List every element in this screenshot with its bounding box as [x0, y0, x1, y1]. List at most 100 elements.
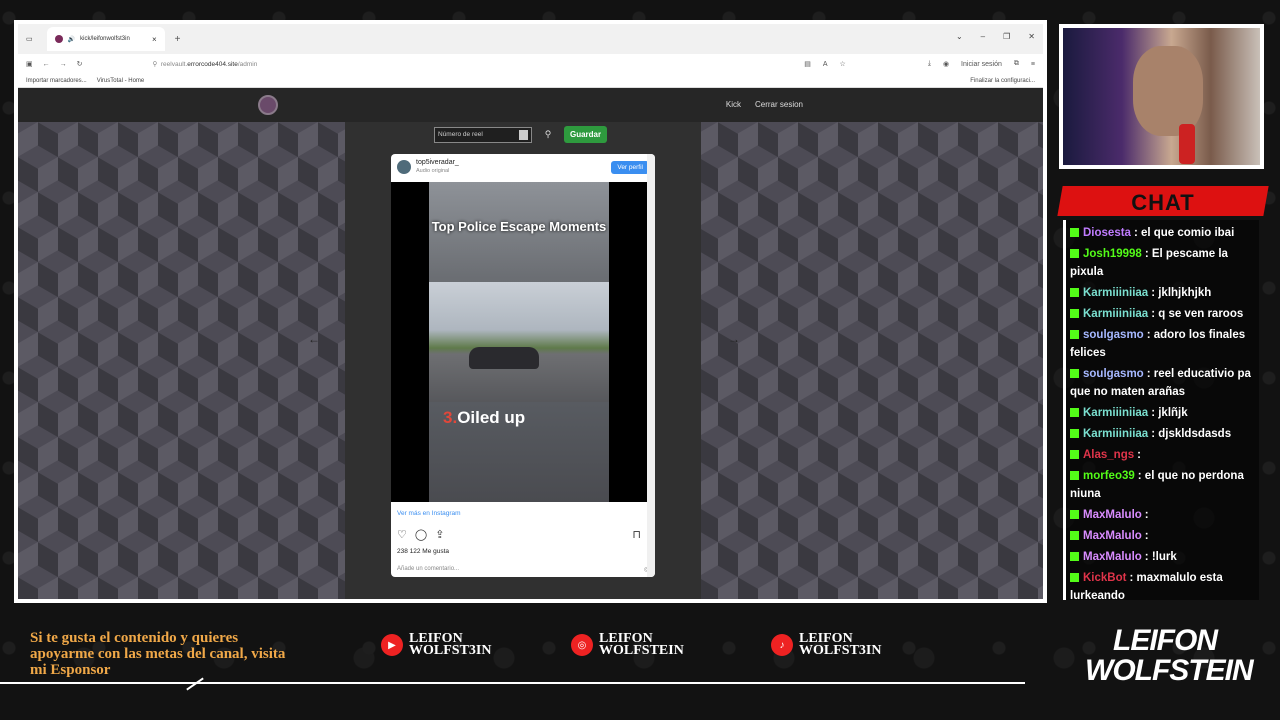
chat-message: KickBot: maxmalulo esta lurkeando — [1070, 569, 1255, 605]
bookmark-virustotal[interactable]: VirusTotal - Home — [97, 78, 145, 84]
comment-icon[interactable]: ◯ — [415, 528, 427, 541]
ig-likes: 238 122 Me gusta — [397, 548, 450, 555]
video-caption-text: Oiled up — [457, 408, 526, 427]
chat-username[interactable]: Diosesta — [1083, 227, 1131, 239]
tab-bar: ▭ 🔊 kick/leifonwolfst3in × + ⌄ – ❐ ✕ — [18, 24, 1043, 54]
sponsor-text: Si te gusta el contenido y quieres apoya… — [30, 630, 286, 678]
save-button[interactable]: Guardar — [564, 126, 608, 143]
chat-message: Josh19998: El pescame la pixula — [1070, 245, 1255, 281]
ig-header: top5iveradar_ Audio original Ver perfil — [391, 154, 655, 180]
chat-username[interactable]: morfeo39 — [1083, 470, 1135, 482]
chat-username[interactable]: MaxMalulo — [1083, 530, 1142, 542]
next-arrow-icon[interactable]: → — [728, 332, 740, 346]
chat-text: : djskldsdasds — [1151, 428, 1232, 440]
youtube-icon: ▶ — [381, 634, 403, 656]
chat-username[interactable]: Karmiiiniiaa — [1083, 308, 1148, 320]
bookmark-icon[interactable]: ⊓ — [632, 528, 641, 541]
chat-username[interactable]: Karmiiiniiaa — [1083, 428, 1148, 440]
chat-username[interactable]: KickBot — [1083, 572, 1126, 584]
chat-message: Alas_ngs: — [1070, 446, 1255, 464]
search-icon[interactable]: ⚲ — [540, 127, 556, 143]
ig-username[interactable]: top5iveradar_ — [416, 159, 459, 166]
comment-field[interactable]: Añade un comentario... ◎ — [397, 566, 649, 573]
chat-message: soulgasmo: adoro los finales felices — [1070, 326, 1255, 362]
menu-icon[interactable]: ≡ — [1031, 61, 1035, 68]
translate-icon[interactable]: A — [823, 61, 828, 68]
ig-user-block: top5iveradar_ Audio original — [416, 159, 459, 175]
site-logo[interactable] — [258, 95, 278, 115]
kick-badge-icon — [1070, 330, 1079, 339]
address-host: errorcode404.site — [187, 61, 238, 68]
forward-icon[interactable]: → — [60, 61, 67, 68]
chat-text: : q se ven raroos — [1151, 308, 1244, 320]
kick-badge-icon — [1070, 369, 1079, 378]
kick-badge-icon — [1070, 510, 1079, 519]
chat-username[interactable]: MaxMalulo — [1083, 551, 1142, 563]
video-scene — [429, 282, 609, 402]
video-frame: Top Police Escape Moments 3.Oiled up — [429, 182, 609, 502]
finish-setup-link[interactable]: Finalizar la configuraci... — [970, 78, 1035, 84]
heart-icon[interactable]: ♡ — [397, 528, 407, 541]
address-prefix: reelvault. — [160, 61, 188, 68]
tab-actions-icon[interactable]: ▭ — [26, 35, 33, 43]
kick-badge-icon — [1070, 249, 1079, 258]
chat-message: MaxMalulo: — [1070, 506, 1255, 524]
youtube-name: LEIFON WOLFST3IN — [409, 631, 492, 658]
tab-search-icon[interactable]: ⌄ — [956, 32, 963, 41]
browser-tab[interactable]: 🔊 kick/leifonwolfst3in × — [46, 27, 165, 51]
share-icon[interactable]: ⇪ — [435, 528, 444, 541]
view-more-link[interactable]: Ver más en Instagram — [397, 510, 461, 517]
tab-close-icon[interactable]: × — [152, 35, 157, 44]
nav-link-logout[interactable]: Cerrar sesion — [755, 100, 803, 109]
ig-actions: ♡ ◯ ⇪ ⊓ — [397, 528, 641, 541]
chat-username[interactable]: Josh19998 — [1083, 248, 1142, 260]
embed-scrollbar[interactable] — [647, 154, 655, 577]
reel-number-input[interactable]: Número de reel — [434, 126, 532, 143]
video-title: Top Police Escape Moments — [431, 219, 607, 234]
chat-username[interactable]: Alas_ngs — [1083, 449, 1134, 461]
reader-icon[interactable]: ▤ — [804, 60, 811, 68]
view-profile-button[interactable]: Ver perfil — [611, 160, 649, 174]
chat-username[interactable]: soulgasmo — [1083, 329, 1144, 341]
chat-message: Diosesta: el que comio ibai — [1070, 224, 1255, 242]
streamer-face — [1133, 46, 1203, 136]
ig-video-player[interactable]: Top Police Escape Moments 3.Oiled up — [391, 182, 647, 502]
chat-username[interactable]: Karmiiiniiaa — [1083, 287, 1148, 299]
kick-badge-icon — [1070, 288, 1079, 297]
chat-text: : — [1144, 509, 1149, 521]
chat-text: : — [1137, 449, 1141, 461]
chat-username[interactable]: MaxMalulo — [1083, 509, 1142, 521]
chat-username[interactable]: soulgasmo — [1083, 368, 1144, 380]
favorite-star-icon[interactable]: ☆ — [840, 60, 846, 68]
minimize-icon[interactable]: – — [981, 32, 985, 41]
kick-badge-icon — [1070, 429, 1079, 438]
nav-link-kick[interactable]: Kick — [726, 100, 741, 109]
kick-badge-icon — [1070, 573, 1079, 582]
chat-message: Karmiiiniiaa: q se ven raroos — [1070, 305, 1255, 323]
maximize-icon[interactable]: ❐ — [1003, 32, 1010, 41]
footer-divider — [0, 682, 1025, 684]
spinner-icon[interactable] — [519, 129, 528, 140]
bookmarks-bar: Importar marcadores... VirusTotal - Home… — [18, 74, 1043, 88]
signin-label[interactable]: Iniciar sesión — [961, 61, 1002, 68]
kick-badge-icon — [1070, 309, 1079, 318]
site-info-icon[interactable]: ⚲ — [153, 61, 158, 68]
extensions-icon[interactable]: ⧉ — [1014, 60, 1019, 68]
address-bar-row: ▣ ← → ↻ ⚲ reelvault.errorcode404.site/ad… — [18, 54, 1043, 74]
chat-text: : jklhjkhjkh — [1151, 287, 1212, 299]
address-field[interactable]: ⚲ reelvault.errorcode404.site/admin — [153, 60, 258, 68]
sidebar-icon[interactable]: ▣ — [26, 60, 33, 68]
ig-avatar[interactable] — [397, 160, 411, 174]
site-navbar: Kick Cerrar sesion — [18, 88, 1043, 122]
account-icon[interactable]: ◉ — [943, 60, 949, 68]
tab-audio-icon[interactable]: 🔊 — [68, 36, 75, 43]
chat-username[interactable]: Karmiiiniiaa — [1083, 407, 1148, 419]
new-tab-icon[interactable]: + — [175, 34, 181, 45]
window-close-icon[interactable]: ✕ — [1028, 32, 1035, 41]
chat-message: Karmiiiniiaa: jklñjk — [1070, 404, 1255, 422]
reload-icon[interactable]: ↻ — [77, 60, 83, 68]
download-icon[interactable]: ⤓ — [928, 60, 931, 68]
prev-arrow-icon[interactable]: ← — [308, 332, 320, 346]
bookmark-import[interactable]: Importar marcadores... — [26, 78, 87, 84]
back-icon[interactable]: ← — [43, 61, 50, 68]
